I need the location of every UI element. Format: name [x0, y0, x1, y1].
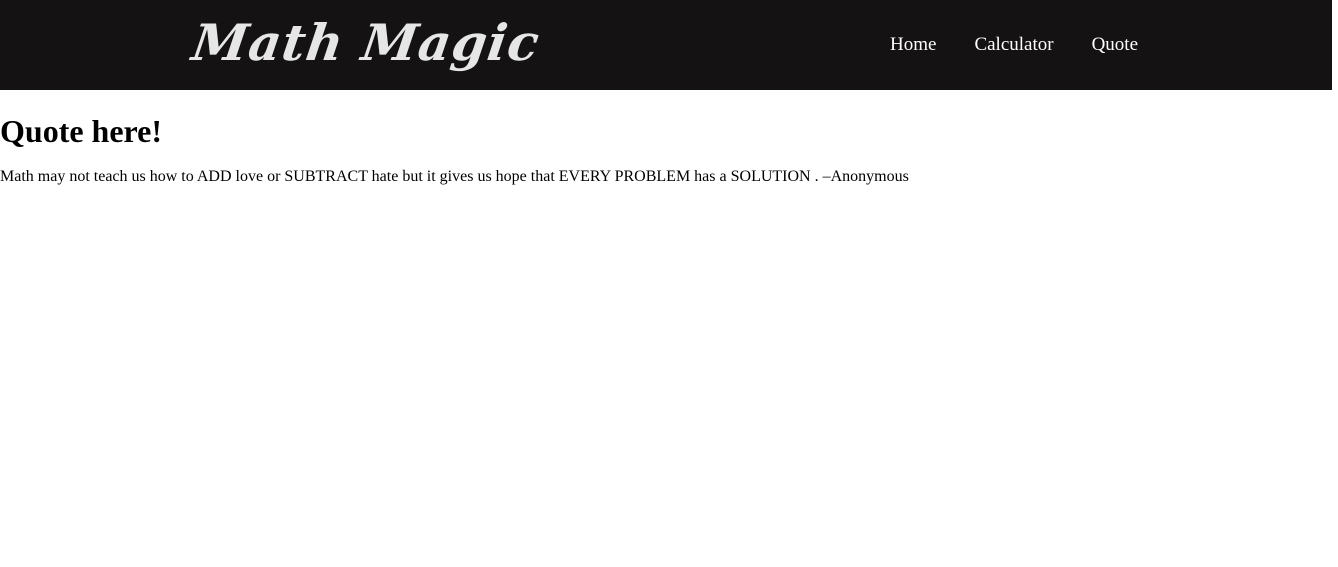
nav-link-home[interactable]: Home — [890, 34, 936, 56]
nav-link-calculator[interactable]: Calculator — [974, 34, 1053, 56]
site-logo[interactable]: Math Magic — [188, 10, 544, 76]
page-title: Quote here! — [0, 113, 163, 149]
site-header: Math Magic Home Calculator Quote — [0, 0, 1332, 90]
main-content: Quote here! Math may not teach us how to… — [0, 90, 1332, 186]
main-nav: Home Calculator Quote — [890, 34, 1138, 56]
quote-text: Math may not teach us how to ADD love or… — [0, 168, 909, 185]
nav-link-quote[interactable]: Quote — [1092, 34, 1138, 56]
